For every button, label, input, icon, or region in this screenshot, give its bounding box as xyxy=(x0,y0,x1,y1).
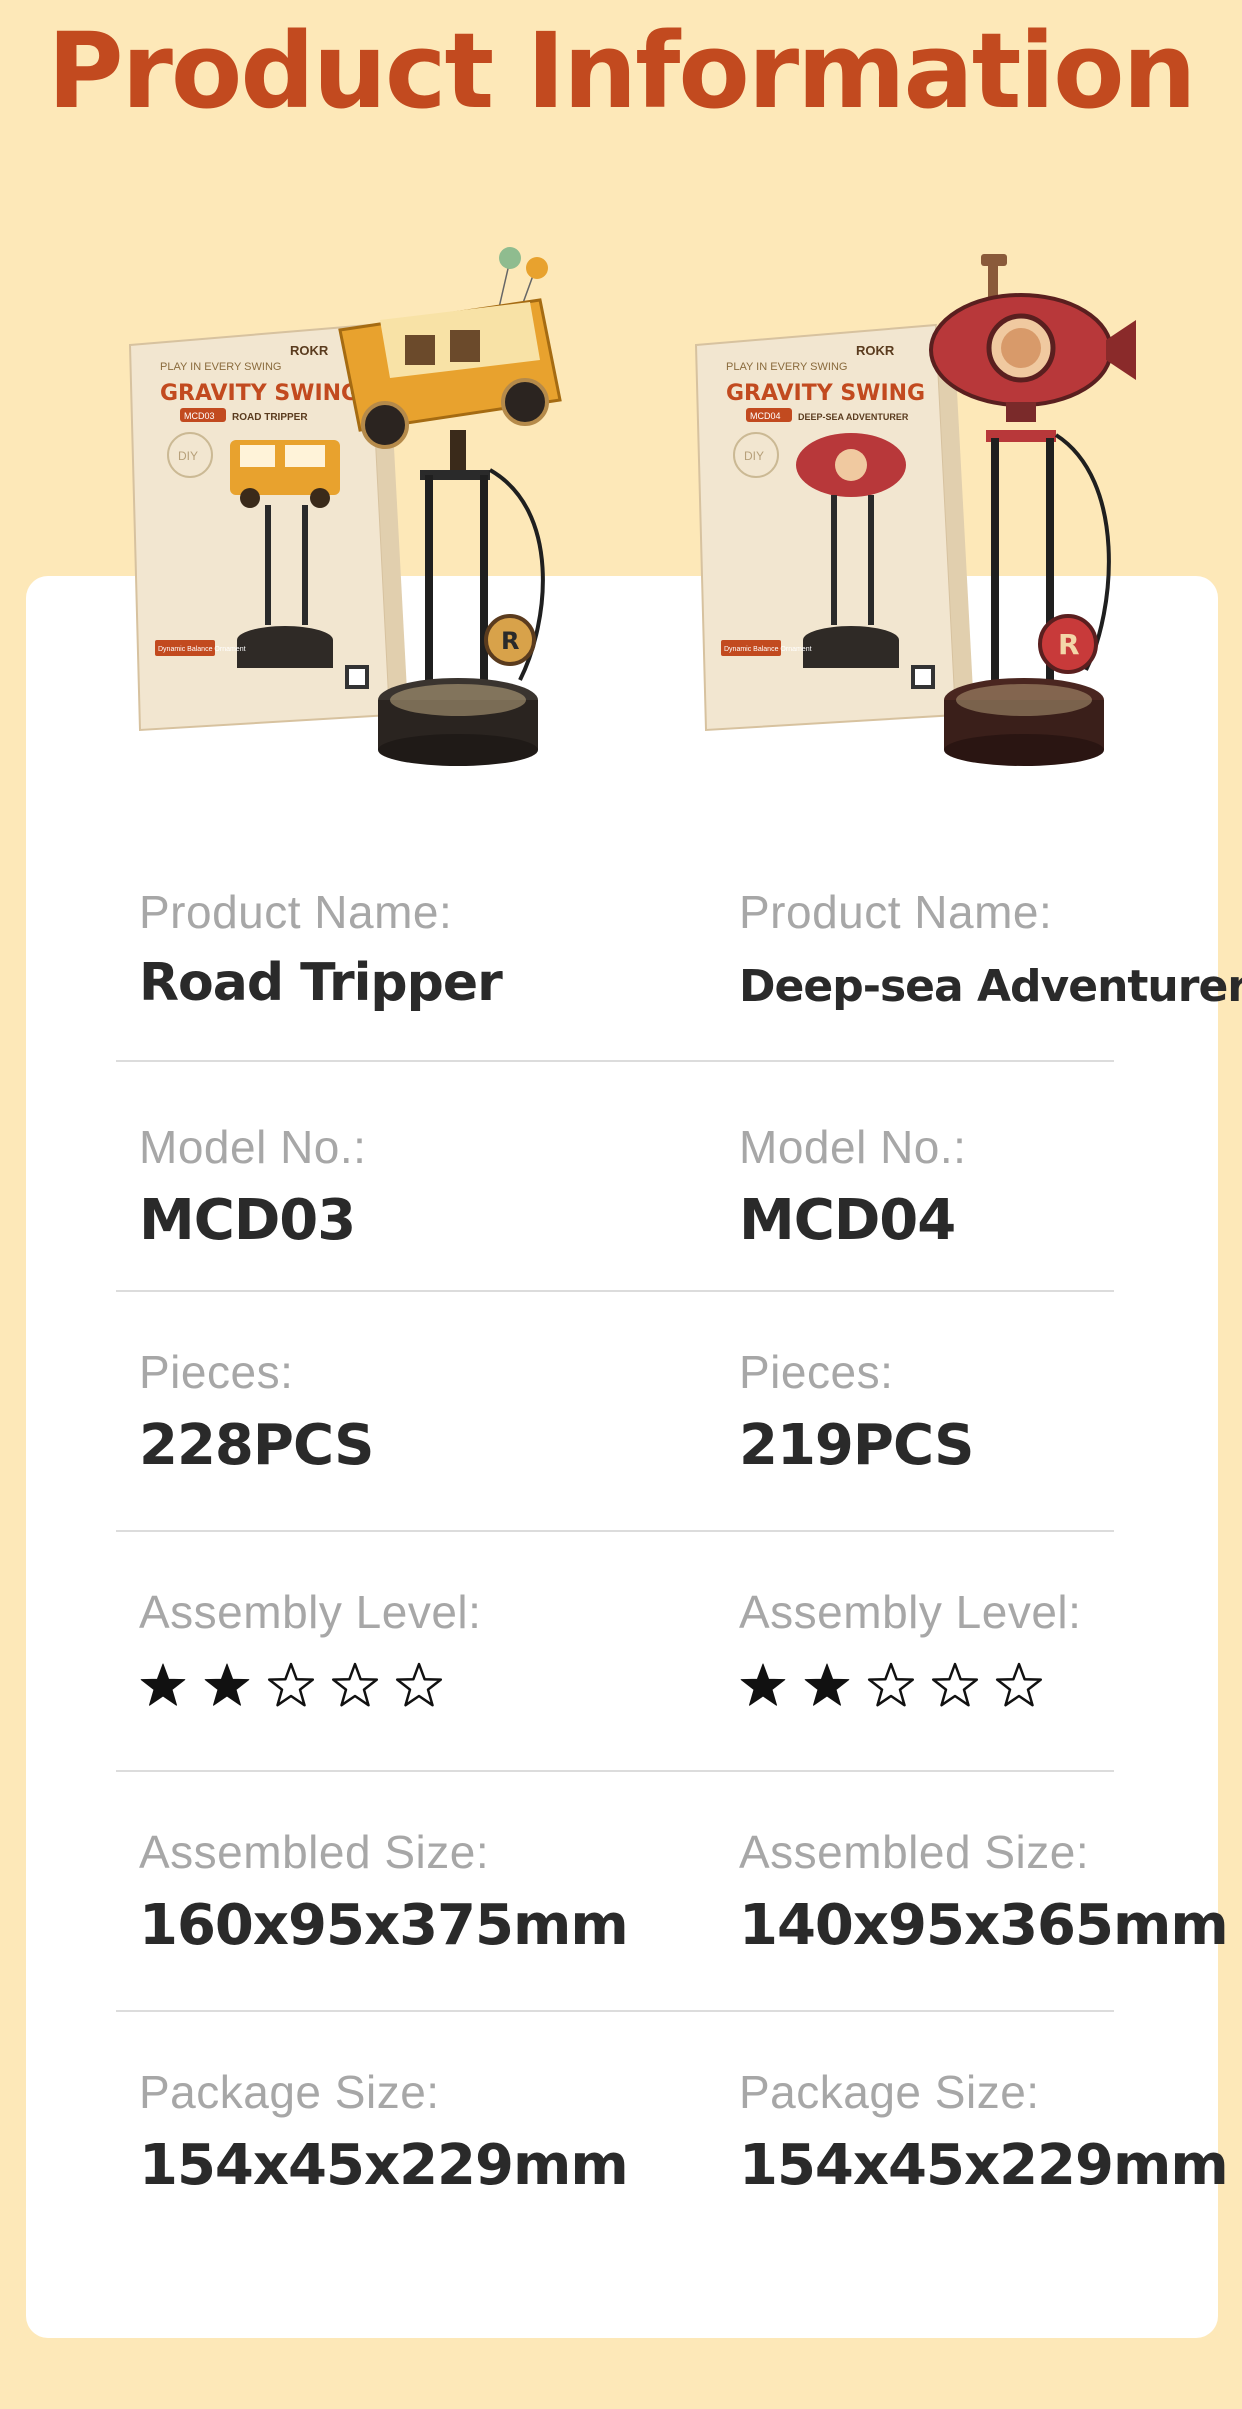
value-assembled-size: 160x95x375mm xyxy=(139,1893,629,1958)
value-assembled-size: 140x95x365mm xyxy=(739,1893,1229,1958)
label-pieces: Pieces: xyxy=(139,1346,294,1398)
star-outline-icon xyxy=(995,1662,1043,1707)
label-product-name: Product Name: xyxy=(139,886,453,938)
col-2: Product Name: Deep-sea Adventurer xyxy=(739,885,1242,1012)
col-1: Assembled Size: 160x95x375mm xyxy=(139,1825,629,1958)
col-1: Assembly Level: xyxy=(139,1585,481,1709)
divider xyxy=(116,1770,1114,1772)
value-model: MCD04 xyxy=(739,1188,956,1253)
star-outline-icon xyxy=(931,1662,979,1707)
box-headline: GRAVITY SWING xyxy=(160,381,359,406)
star-filled-icon xyxy=(204,1663,250,1706)
star-filled-icon xyxy=(140,1663,186,1706)
star-outline-icon xyxy=(331,1662,379,1707)
svg-text:R: R xyxy=(501,627,519,655)
product-image-road-tripper: PLAY IN EVERY SWING GRAVITY SWING ROKR M… xyxy=(120,240,580,780)
col-1: Product Name: Road Tripper xyxy=(139,885,503,1013)
col-2: Package Size: 154x45x229mm xyxy=(739,2065,1229,2198)
col-1: Package Size: 154x45x229mm xyxy=(139,2065,629,2198)
value-package-size: 154x45x229mm xyxy=(739,2133,1229,2198)
box-headline: GRAVITY SWING xyxy=(726,381,925,406)
col-2: Model No.: MCD04 xyxy=(739,1120,966,1253)
box-brand: ROKR xyxy=(290,343,329,358)
star-outline-icon xyxy=(395,1662,443,1707)
col-1: Model No.: MCD03 xyxy=(139,1120,366,1253)
value-product-name: Road Tripper xyxy=(139,953,503,1013)
value-pieces: 228PCS xyxy=(139,1413,374,1478)
box-tagline: Dynamic Balance Ornament xyxy=(158,646,246,653)
box-sub: PLAY IN EVERY SWING xyxy=(160,361,281,373)
divider xyxy=(116,1060,1114,1062)
divider xyxy=(116,1290,1114,1292)
star-outline-icon xyxy=(267,1662,315,1707)
value-pieces: 219PCS xyxy=(739,1413,974,1478)
box-diy: DIY xyxy=(178,449,198,463)
product-image-deep-sea-adventurer: PLAY IN EVERY SWING GRAVITY SWING ROKR M… xyxy=(686,240,1146,780)
box-sub: PLAY IN EVERY SWING xyxy=(726,361,847,373)
label-assembled-size: Assembled Size: xyxy=(139,1826,490,1878)
label-pieces: Pieces: xyxy=(739,1346,894,1398)
label-product-name: Product Name: xyxy=(739,886,1053,938)
star-filled-icon xyxy=(740,1663,786,1706)
divider xyxy=(116,2010,1114,2012)
box-brand: ROKR xyxy=(856,343,895,358)
label-model: Model No.: xyxy=(139,1121,367,1173)
col-2: Pieces: 219PCS xyxy=(739,1345,974,1478)
divider xyxy=(116,1530,1114,1532)
value-package-size: 154x45x229mm xyxy=(139,2133,629,2198)
label-model: Model No.: xyxy=(739,1121,967,1173)
col-2: Assembly Level: xyxy=(739,1585,1081,1709)
star-rating xyxy=(139,1661,481,1709)
col-2: Assembled Size: 140x95x365mm xyxy=(739,1825,1229,1958)
label-package-size: Package Size: xyxy=(739,2066,1040,2118)
star-rating xyxy=(739,1661,1081,1709)
col-1: Pieces: 228PCS xyxy=(139,1345,374,1478)
star-filled-icon xyxy=(804,1663,850,1706)
value-model: MCD03 xyxy=(139,1188,356,1253)
label-assembly-level: Assembly Level: xyxy=(139,1586,482,1638)
package-box: PLAY IN EVERY SWING GRAVITY SWING ROKR M… xyxy=(694,323,974,732)
box-diy: DIY xyxy=(744,449,764,463)
label-assembly-level: Assembly Level: xyxy=(739,1586,1082,1638)
submarine-model xyxy=(929,254,1136,422)
box-code: MCD04 xyxy=(750,411,781,421)
label-package-size: Package Size: xyxy=(139,2066,440,2118)
box-code: MCD03 xyxy=(184,411,215,421)
car-model xyxy=(338,298,562,470)
svg-text:R: R xyxy=(1058,628,1080,661)
value-product-name: Deep-sea Adventurer xyxy=(739,961,1242,1012)
box-tagline: Dynamic Balance Ornament xyxy=(724,646,812,653)
box-line: DEEP-SEA ADVENTURER xyxy=(798,412,909,422)
box-line: ROAD TRIPPER xyxy=(232,412,308,423)
star-outline-icon xyxy=(867,1662,915,1707)
page-title: Product Information xyxy=(47,10,1196,132)
label-assembled-size: Assembled Size: xyxy=(739,1826,1090,1878)
